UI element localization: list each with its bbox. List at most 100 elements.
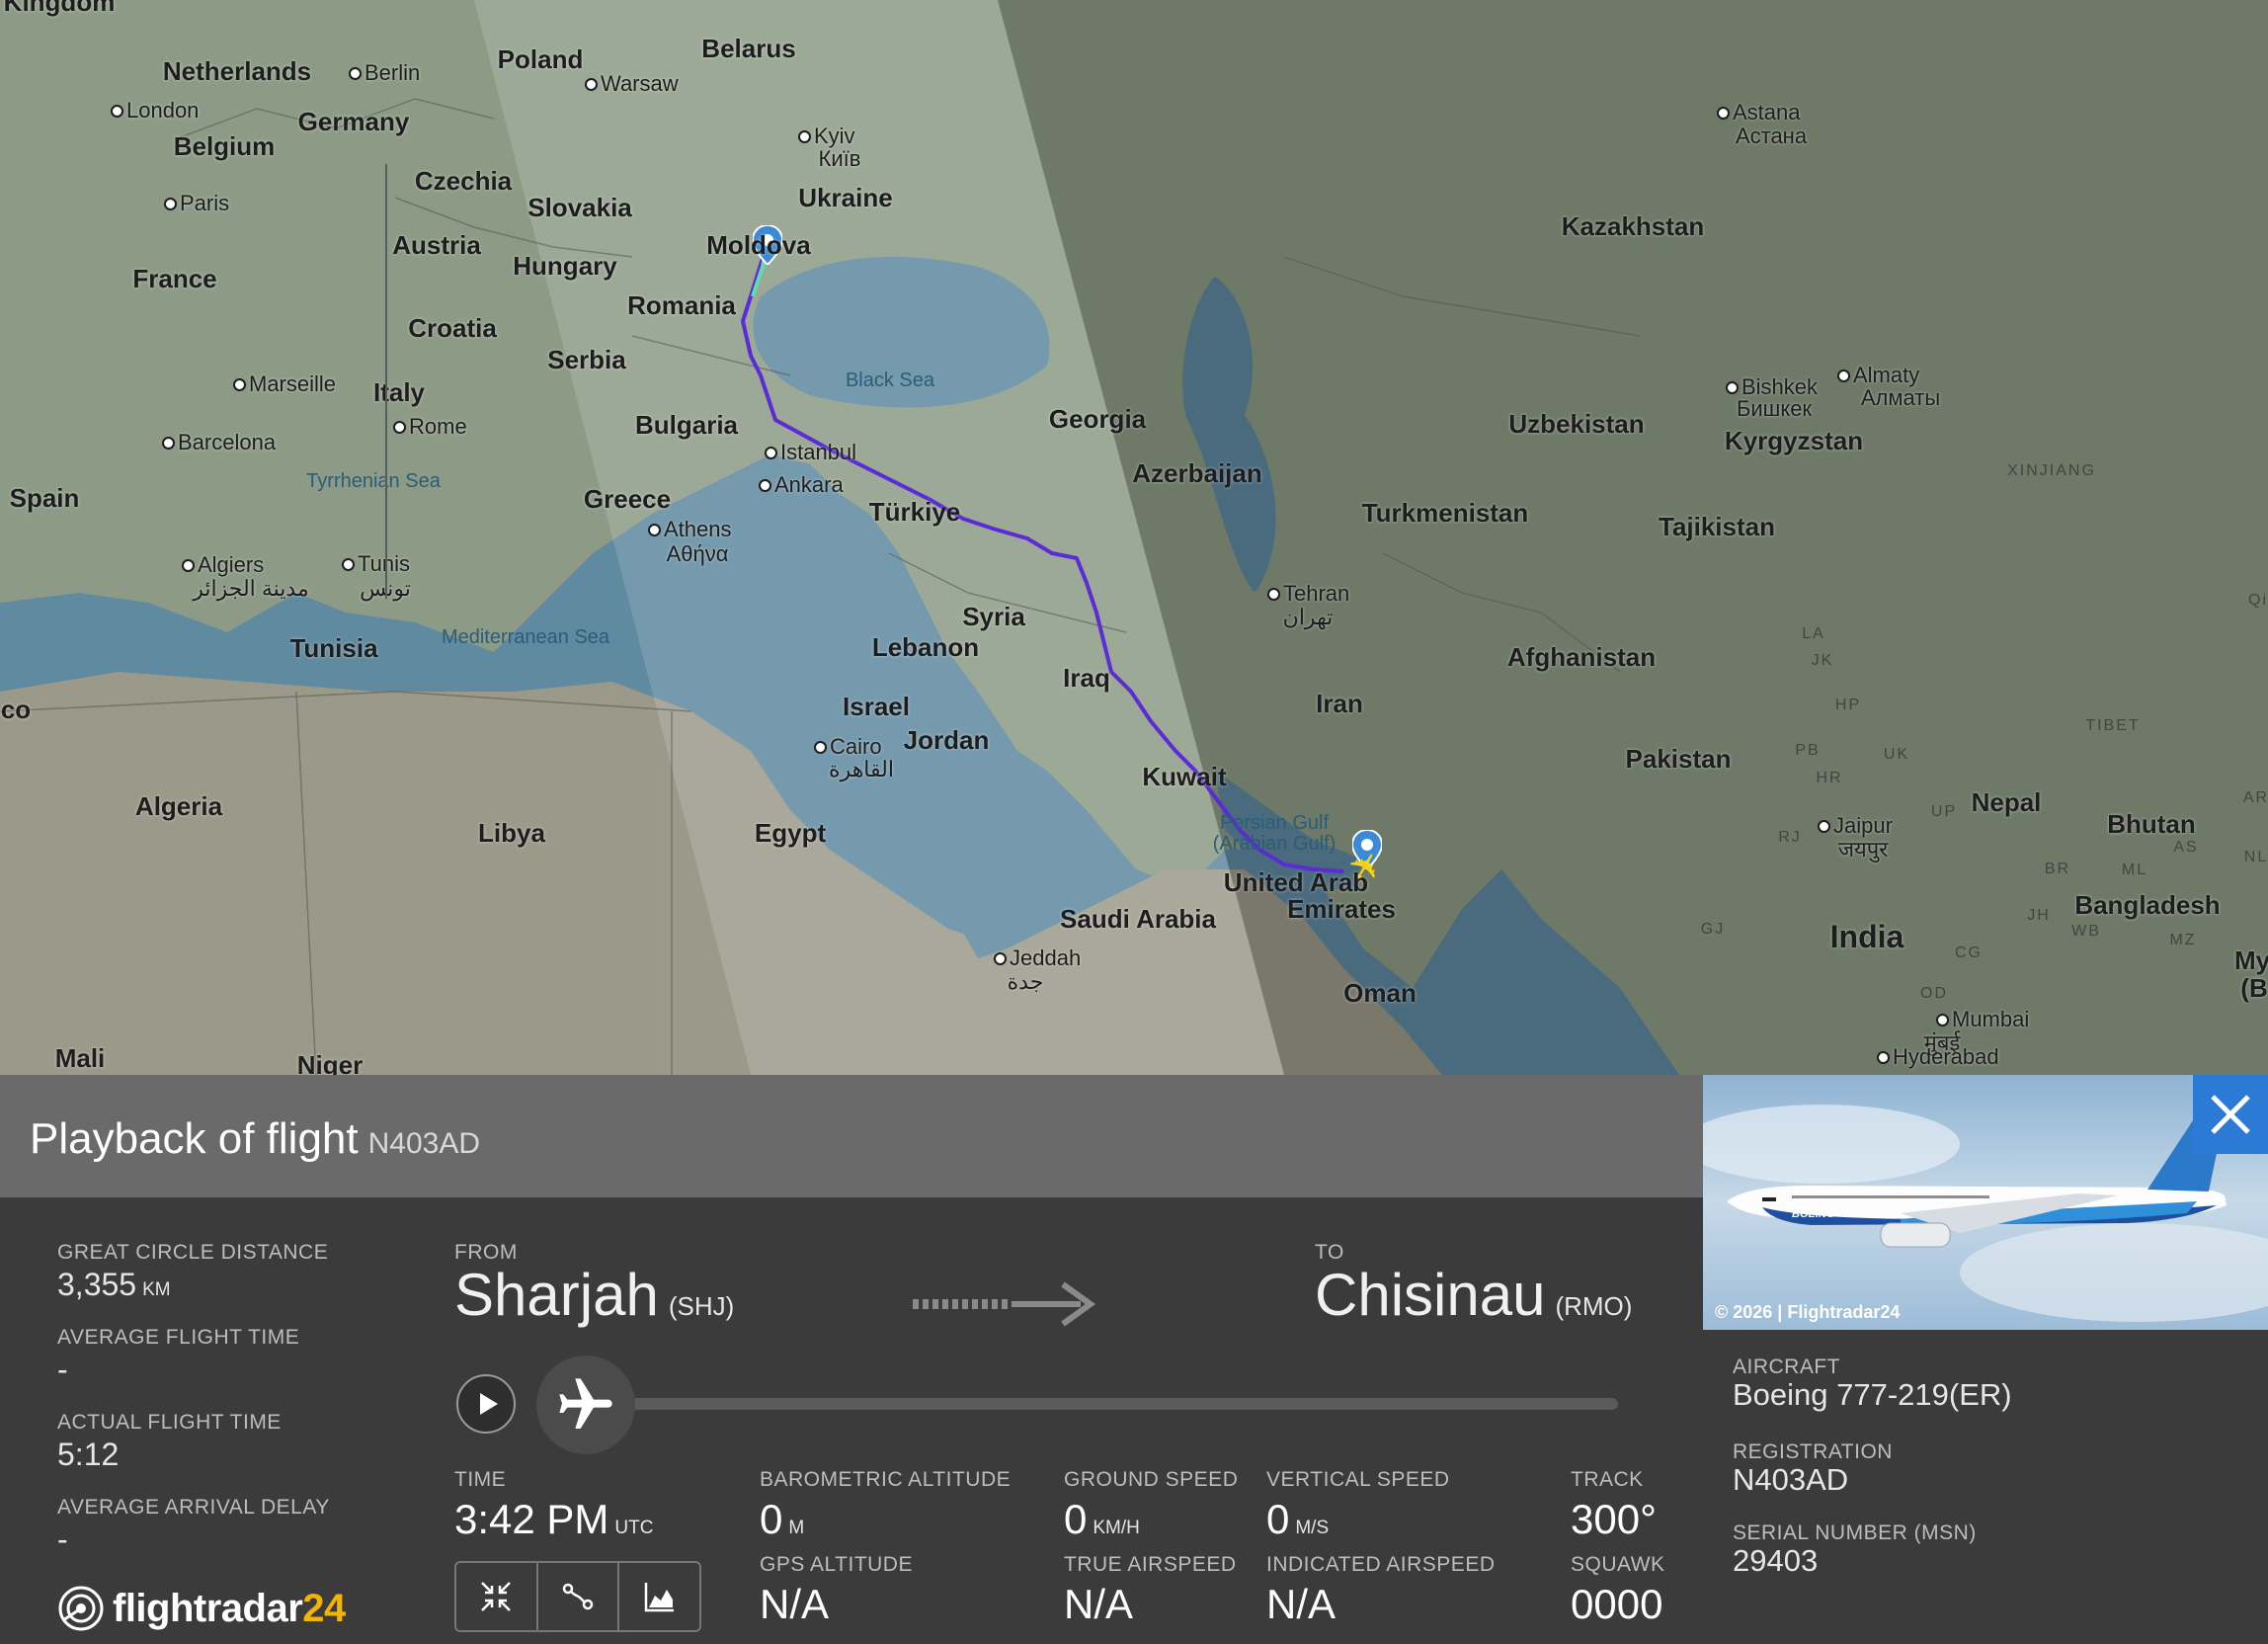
map-label-country: Uzbekistan <box>1508 409 1645 439</box>
map-label-country: Croatia <box>408 313 497 343</box>
chart-button[interactable] <box>619 1563 699 1630</box>
telemetry-label: GPS ALTITUDE <box>760 1553 913 1576</box>
map-label-country: Azerbaijan <box>1132 458 1262 488</box>
map-label-edge: My <box>2233 945 2268 975</box>
map-label-country: Iraq <box>1063 663 1110 693</box>
map-label-country: Tunisia <box>289 633 378 663</box>
telemetry-value: 0000 <box>1571 1581 1663 1627</box>
stat-unit: KM <box>142 1279 171 1300</box>
aircraft-card: BOEING © 2026 | Flightradar24 AIRCRAFT B… <box>1703 1075 2268 1644</box>
stat-average-flight-time: AVERAGE FLIGHT TIME - <box>57 1326 299 1388</box>
telemetry-squawk: SQUAWK 0000 <box>1571 1553 1665 1628</box>
map-label-country: Mali <box>54 1043 106 1073</box>
logo-number: 24 <box>302 1586 346 1630</box>
telemetry-indicated-airspeed: INDICATED AIRSPEED N/A <box>1266 1553 1496 1628</box>
stat-great-circle-distance: GREAT CIRCLE DISTANCE 3,355 KM <box>57 1241 328 1303</box>
map-label-country: Hungary <box>513 251 617 281</box>
map-label-region: UK <box>1883 746 1910 763</box>
map-label-city-native: Бишкек <box>1736 396 1813 421</box>
from-city[interactable]: Sharjah <box>454 1262 659 1328</box>
telemetry-label: VERTICAL SPEED <box>1266 1468 1450 1491</box>
map-label-region: TIBET <box>2085 717 2141 734</box>
map-label-country: Tajikistan <box>1658 512 1776 541</box>
map-label-country: Israel <box>843 692 910 721</box>
map-label-country: Turkmenistan <box>1361 498 1529 528</box>
map-label-city: London <box>111 100 199 122</box>
telemetry-label: TIME <box>454 1468 507 1491</box>
map-label-region: HR <box>1816 770 1843 786</box>
map-label-country: Romania <box>627 290 736 320</box>
map-label-city: Jaipur <box>1818 815 1893 837</box>
playback-slider-handle[interactable] <box>536 1356 635 1454</box>
map-label-edge: Qi <box>2248 592 2268 609</box>
map-view[interactable]: ✈ Netherlands Germany Belgium Poland Bel… <box>0 0 2268 1075</box>
map-label-country: Belgium <box>173 131 276 161</box>
map-label-country: Germany <box>297 107 410 136</box>
collapse-icon <box>481 1582 512 1611</box>
photo-copyright: © 2026 | Flightradar24 <box>1715 1302 1901 1322</box>
stat-actual-flight-time: ACTUAL FLIGHT TIME 5:12 <box>57 1411 282 1473</box>
route-arrow-icon <box>913 1281 1096 1327</box>
map-label-region: WB <box>2071 923 2101 940</box>
map-label-city-native: Київ <box>818 146 861 171</box>
telemetry-value: N/A <box>760 1581 830 1627</box>
map-label-country: Iran <box>1316 689 1363 718</box>
map-label-region: MZ <box>2169 932 2197 948</box>
map-label-country: Bulgaria <box>634 410 739 440</box>
map-label-country: Austria <box>392 230 481 260</box>
playback-tool-group <box>454 1561 701 1632</box>
telemetry-label: SQUAWK <box>1571 1553 1665 1576</box>
aircraft-photo[interactable]: BOEING © 2026 | Flightradar24 <box>1703 1075 2268 1330</box>
map-label-city-native: تهران <box>1282 605 1334 629</box>
telemetry-unit: M <box>788 1518 805 1538</box>
collapse-button[interactable] <box>456 1563 538 1630</box>
map-label-region: AR <box>2242 789 2268 806</box>
serial-value: 29403 <box>1733 1543 1819 1578</box>
map-label-country: Kuwait <box>1142 762 1227 791</box>
map-label-region: JK <box>1811 652 1834 669</box>
map-label-city: Paris <box>164 193 229 214</box>
map-label-region: ML <box>2121 862 2148 878</box>
telemetry-label: GROUND SPEED <box>1064 1468 1239 1491</box>
panel-title: Playback of flight N403AD <box>30 1114 480 1164</box>
playback-slider[interactable] <box>553 1398 1618 1410</box>
aircraft-value[interactable]: Boeing 777-219(ER) <box>1733 1377 2012 1413</box>
stat-label: AVERAGE FLIGHT TIME <box>57 1326 300 1349</box>
map-label-country: India <box>1829 919 1904 954</box>
telemetry-ground-speed: GROUND SPEED 0 KM/H <box>1064 1468 1238 1543</box>
telemetry-barometric-altitude: BAROMETRIC ALTITUDE 0M <box>760 1468 1011 1543</box>
map-label-city: Astana <box>1717 102 1801 123</box>
map-label-sea: Persian Gulf <box>1219 812 1330 834</box>
telemetry-label: TRUE AIRSPEED <box>1064 1553 1237 1576</box>
map-label-sea: Tyrrhenian Sea <box>306 470 441 492</box>
close-button[interactable] <box>2193 1075 2268 1154</box>
panel-divider <box>385 164 387 599</box>
map-label-city: Hyderabad <box>1877 1046 1999 1068</box>
map-label-country: France <box>132 264 217 293</box>
map-label-country: Moldova <box>706 230 811 260</box>
telemetry-vertical-speed: VERTICAL SPEED 0 M/S <box>1266 1468 1450 1543</box>
map-label-country: Slovakia <box>527 193 632 222</box>
telemetry-value: N/A <box>1266 1581 1336 1627</box>
map-label-sea: (Arabian Gulf) <box>1212 833 1336 855</box>
stat-label: ACTUAL FLIGHT TIME <box>57 1411 282 1434</box>
telemetry-value: N/A <box>1064 1581 1134 1627</box>
map-label-country: Afghanistan <box>1506 642 1657 672</box>
map-label-city: Bishkek <box>1726 376 1818 398</box>
stat-label: AVERAGE ARRIVAL DELAY <box>57 1496 330 1519</box>
map-label-country: Netherlands <box>162 56 312 86</box>
telemetry-label: BAROMETRIC ALTITUDE <box>760 1468 1012 1491</box>
map-label-city: Istanbul <box>765 442 856 463</box>
play-button[interactable] <box>456 1374 516 1434</box>
from-block: FROM Sharjah (SHJ) <box>454 1241 734 1329</box>
map-label-city-native: Αθήνα <box>666 541 729 566</box>
to-code: (RMO) <box>1555 1291 1633 1321</box>
map-label-country: Georgia <box>1048 404 1147 434</box>
to-city[interactable]: Chisinau <box>1315 1262 1545 1328</box>
telemetry-value: 0 <box>760 1496 783 1542</box>
route-button[interactable] <box>538 1563 620 1630</box>
map-label-city-native: القاهرة <box>829 757 894 781</box>
registration-value[interactable]: N403AD <box>1733 1462 1848 1498</box>
map-label-country: Oman <box>1343 978 1417 1008</box>
close-icon <box>2211 1095 2250 1134</box>
